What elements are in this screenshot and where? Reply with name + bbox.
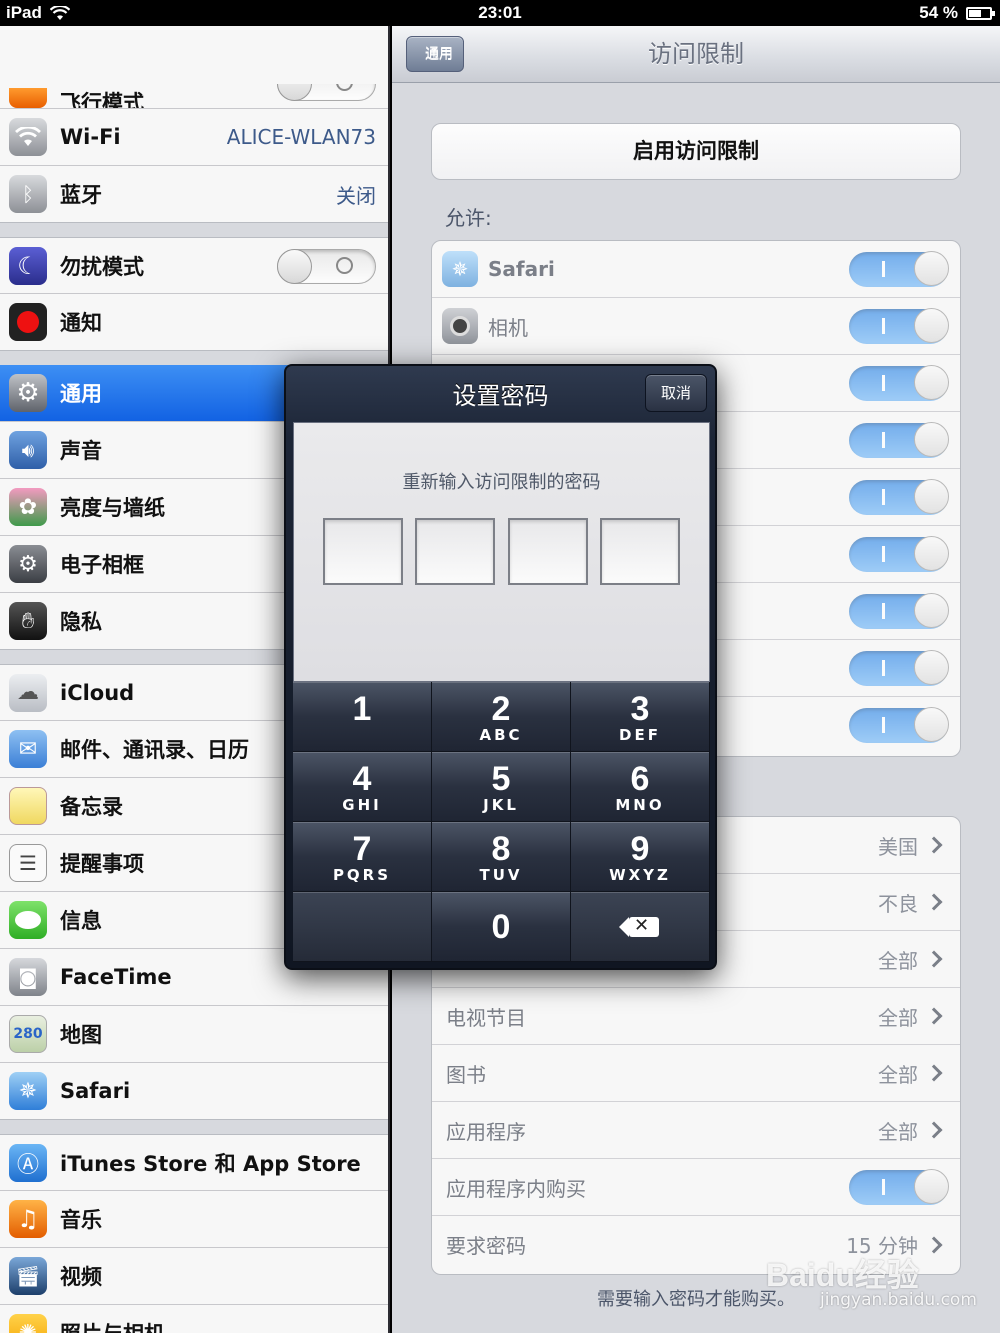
key-letters: GHI xyxy=(342,796,382,814)
key-number: 1 xyxy=(352,690,372,728)
passcode-digit-box[interactable] xyxy=(323,518,403,585)
cancel-button[interactable]: 取消 xyxy=(645,374,707,412)
key-letters: PQRS xyxy=(332,866,392,884)
key-1[interactable]: 1 xyxy=(293,682,432,752)
passcode-digit-box[interactable] xyxy=(508,518,588,585)
baidu-watermark-url: jingyan.baidu.com xyxy=(820,1290,977,1310)
passcode-modal: 设置密码 取消 重新输入访问限制的密码 1 2 ABC 3 DEF 4 GHI 5 JK… xyxy=(284,364,717,970)
key-number: 7 xyxy=(352,830,372,868)
key-number: 5 xyxy=(491,760,511,798)
status-bar: iPad 23:01 54 % xyxy=(0,0,1000,26)
key-letters: TUV xyxy=(479,866,523,884)
key-letters: ABC xyxy=(479,726,523,744)
key-letters: MNO xyxy=(615,796,665,814)
key-backspace[interactable]: ✕ xyxy=(571,892,710,962)
key-7[interactable]: 7 PQRS xyxy=(293,822,432,892)
key-letters: JKL xyxy=(483,796,519,814)
key-0[interactable]: 0 xyxy=(432,892,571,962)
key-letters: DEF xyxy=(619,726,661,744)
key-number: 2 xyxy=(491,690,511,728)
key-5[interactable]: 5 JKL xyxy=(432,752,571,822)
key-number: 3 xyxy=(630,690,650,728)
key-2[interactable]: 2 ABC xyxy=(432,682,571,752)
battery-icon xyxy=(966,6,995,20)
numeric-keypad: 1 2 ABC 3 DEF 4 GHI 5 JKL 6 MNO 7 PQRS 8 TUV 9W… xyxy=(293,682,710,962)
key-number: 0 xyxy=(491,908,511,946)
battery-percent: 54 % xyxy=(919,3,958,22)
key-number: 4 xyxy=(352,760,372,798)
passcode-entry-area: 重新输入访问限制的密码 xyxy=(293,422,710,682)
key-8[interactable]: 8 TUV xyxy=(432,822,571,892)
key-number: 6 xyxy=(630,760,650,798)
passcode-prompt: 重新输入访问限制的密码 xyxy=(402,472,601,493)
key-letters: WXYZ xyxy=(609,866,671,884)
key-3[interactable]: 3 DEF xyxy=(571,682,710,752)
key-number: 9 xyxy=(630,830,650,868)
passcode-digit-box[interactable] xyxy=(600,518,680,585)
key-9[interactable]: 9 WXYZ xyxy=(571,822,710,892)
passcode-digit-box[interactable] xyxy=(415,518,495,585)
status-time: 23:01 xyxy=(478,3,522,22)
key-blank xyxy=(293,892,432,962)
key-4[interactable]: 4 GHI xyxy=(293,752,432,822)
backspace-icon: ✕ xyxy=(619,915,659,937)
key-6[interactable]: 6 MNO xyxy=(571,752,710,822)
key-number: 8 xyxy=(491,830,511,868)
